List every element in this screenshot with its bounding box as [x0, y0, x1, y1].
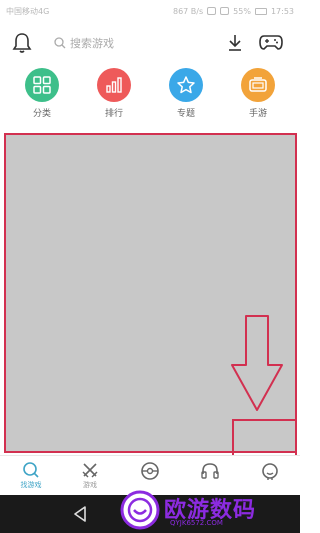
category-mobile-games[interactable]: 手游 — [230, 68, 286, 130]
content-area — [4, 133, 297, 453]
star-icon — [169, 68, 203, 102]
smiley-icon — [262, 463, 278, 480]
category-topics[interactable]: 专题 — [158, 68, 214, 130]
status-bar: 中国移动4G 867 B/s 55% 17:53 — [0, 0, 300, 22]
category-label: 分类 — [32, 109, 51, 119]
nav-find-games[interactable]: 找游戏 — [6, 456, 56, 496]
nav-label: 找游戏 — [20, 481, 42, 489]
bell-icon[interactable] — [12, 32, 32, 54]
category-ranking[interactable]: 排行 — [86, 68, 142, 130]
search-input[interactable]: 搜索游戏 — [54, 32, 204, 54]
category-classify[interactable]: 分类 — [14, 68, 70, 130]
category-label: 手游 — [248, 109, 267, 119]
handheld-game-icon — [241, 68, 275, 102]
network-speed: 867 B/s — [172, 6, 204, 16]
clock: 17:53 — [270, 6, 294, 16]
search-placeholder: 搜索游戏 — [70, 37, 114, 50]
disc-icon — [141, 462, 159, 480]
grid-icon — [25, 68, 59, 102]
wifi-icon — [220, 7, 230, 15]
carrier-label: 中国移动4G — [6, 6, 50, 16]
watermark-logo-icon — [120, 490, 160, 530]
status-left: 中国移动4G — [6, 6, 49, 17]
back-icon[interactable] — [72, 505, 88, 523]
watermark: 欧游数码 QYJK6572.COM — [120, 488, 300, 533]
category-label: 排行 — [104, 109, 123, 119]
headset-icon — [201, 463, 219, 479]
category-row: 分类 排行 专题 手游 — [0, 68, 300, 130]
category-label: 专题 — [176, 109, 195, 119]
battery-icon — [254, 7, 267, 15]
search-icon — [23, 462, 39, 478]
alarm-icon — [207, 7, 217, 15]
search-icon — [54, 37, 66, 49]
top-bar: 搜索游戏 — [0, 26, 300, 60]
bar-chart-icon — [97, 68, 131, 102]
status-right: 867 B/s 55% 17:53 — [173, 7, 294, 16]
app-screen: 中国移动4G 867 B/s 55% 17:53 搜索游戏 分类 排行 专题 手… — [0, 0, 300, 533]
watermark-url: QYJK6572.COM — [170, 519, 223, 527]
gamepad-icon[interactable] — [259, 33, 283, 51]
battery-percent: 55% — [233, 6, 251, 16]
nav-label: 游戏 — [83, 481, 97, 489]
nav-games[interactable]: 游戏 — [65, 456, 115, 496]
crossed-swords-icon — [82, 463, 98, 478]
download-icon[interactable] — [226, 32, 244, 54]
